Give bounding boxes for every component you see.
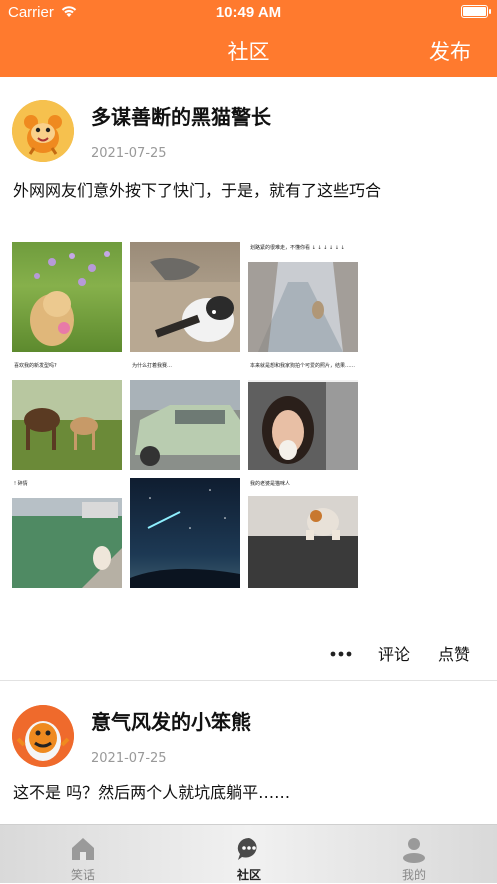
tab-community[interactable]: 社区 <box>166 825 332 884</box>
page-title: 社区 <box>227 40 270 64</box>
tab-bar: 笑话 社区 我的 <box>0 824 497 883</box>
avatar[interactable] <box>12 100 74 162</box>
home-icon <box>72 838 94 860</box>
avatar[interactable] <box>12 705 74 767</box>
post-author[interactable]: 多谋善断的黑猫警长 <box>91 101 271 130</box>
community-feed[interactable]: 多谋善断的黑猫警长 2021-07-25 外网网友们意外按下了快门，于是，就有了… <box>0 77 497 824</box>
post-text: 这不是 吗？然后两个人就坑底躺平…… <box>13 783 291 802</box>
cat-peeking-image <box>248 496 358 588</box>
night-sky-meteor-image <box>130 489 240 588</box>
post-photo[interactable] <box>130 478 240 588</box>
post-photo[interactable]: 划路紧的很难走，不懂你看 ↓ ↓ ↓ ↓ ↓ ↓ <box>248 242 358 352</box>
post-photo[interactable] <box>12 242 122 352</box>
dog-in-flowers-image <box>30 251 110 346</box>
woman-dog-selfie-image <box>248 382 358 470</box>
battery-icon <box>461 5 491 18</box>
clock: 10:49 AM <box>215 4 282 21</box>
dog-on-lawn-image <box>12 498 122 588</box>
post-photo[interactable]: 本来就是想和我家狗拍个可爱的照片，结果…… <box>248 360 358 470</box>
chat-bubble-icon <box>237 837 257 860</box>
post-author[interactable]: 意气风发的小笨熊 <box>91 706 251 735</box>
user-icon <box>403 838 425 863</box>
post-card[interactable]: 多谋善断的黑猫警长 2021-07-25 外网网友们意外按下了快门，于是，就有了… <box>0 77 497 679</box>
post-date: 2021-07-25 <box>91 751 167 766</box>
post-photo[interactable]: 为什么打着我赛… <box>130 360 240 470</box>
publish-button[interactable]: 发布 <box>429 36 471 66</box>
horses-image <box>12 380 122 470</box>
tab-profile[interactable]: 我的 <box>331 825 497 884</box>
comment-button[interactable]: 评论 <box>378 641 410 665</box>
tab-label: 笑话 <box>70 868 95 882</box>
post-card[interactable]: 意气风发的小笨熊 2021-07-25 这不是 吗？然后两个人就坑底躺平…… <box>0 681 497 824</box>
post-photo[interactable]: ! 碎情 <box>12 478 122 588</box>
post-date: 2021-07-25 <box>91 146 167 161</box>
post-photo[interactable]: 我的老婆是猫咪人 <box>248 478 358 588</box>
tab-label: 社区 <box>236 868 261 882</box>
cartoon-bear-icon <box>12 705 74 767</box>
like-button[interactable]: 点赞 <box>438 641 470 665</box>
dog-on-couch-image <box>130 258 240 352</box>
more-icon[interactable] <box>330 651 352 657</box>
nav-header: Carrier 10:49 AM 社区 发布 <box>0 0 497 77</box>
post-photo[interactable]: 喜欢我的新发型吗? <box>12 360 122 470</box>
post-photo[interactable] <box>130 242 240 352</box>
status-bar: Carrier 10:49 AM <box>0 0 497 26</box>
post-text: 外网网友们意外按下了快门，于是，就有了这些巧合 <box>13 181 382 200</box>
tab-jokes[interactable]: 笑话 <box>0 825 166 884</box>
post-actions: 评论 点赞 <box>0 641 497 667</box>
snowy-path-image <box>248 262 358 352</box>
tab-label: 我的 <box>401 868 426 882</box>
car-image <box>130 380 240 470</box>
cartoon-tiger-icon <box>12 100 74 162</box>
